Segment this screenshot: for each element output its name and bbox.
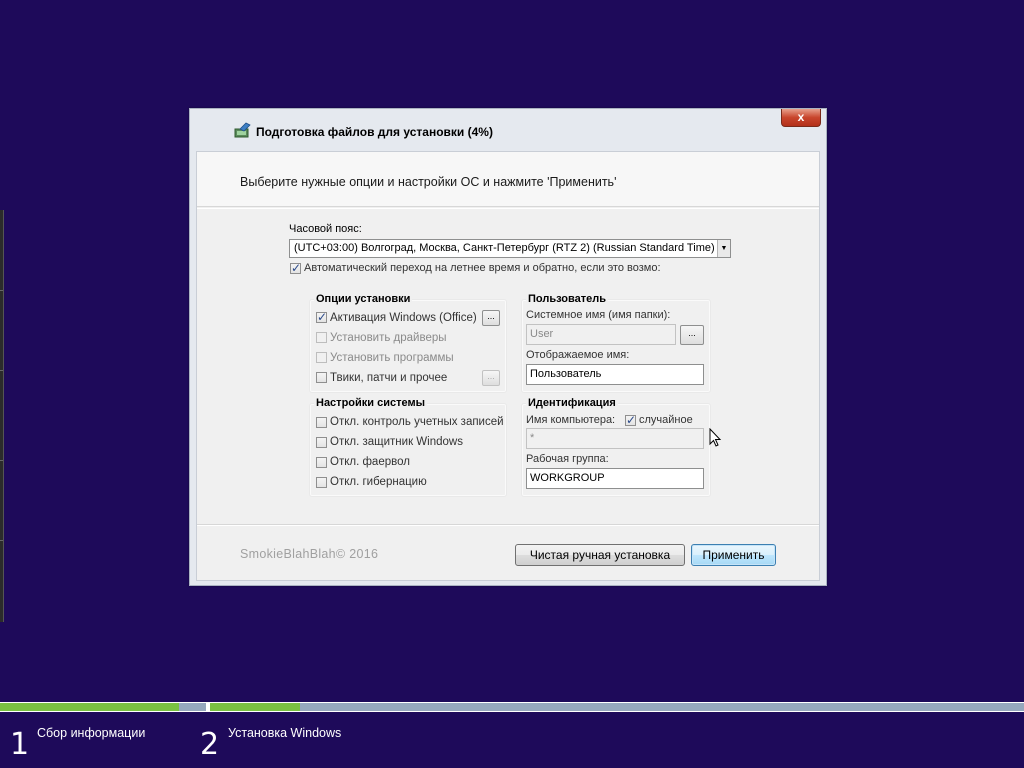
firewall-label: Откл. фаервол <box>330 456 410 468</box>
user-title: Пользователь <box>526 293 609 305</box>
defender-label: Откл. защитник Windows <box>330 436 463 448</box>
setup-icon <box>234 122 251 138</box>
identification-title: Идентификация <box>526 397 618 409</box>
random-name-checkbox[interactable] <box>625 413 636 427</box>
apply-button[interactable]: Применить <box>691 544 776 566</box>
uac-label: Откл. контроль учетных записей <box>330 416 504 428</box>
header-band: Выберите нужные опции и настройки ОС и н… <box>197 152 819 209</box>
computer-name-label: Имя компьютера: <box>526 414 616 426</box>
close-icon: x <box>797 110 805 124</box>
mouse-cursor-icon <box>709 428 722 447</box>
progress-step2-fill <box>210 703 300 711</box>
tweaks-settings-button[interactable]: ... <box>482 370 500 386</box>
timezone-label: Часовой пояс: <box>289 223 362 235</box>
chevron-down-icon[interactable]: ▼ <box>717 240 730 257</box>
dst-label: Автоматический переход на летнее время и… <box>304 262 661 274</box>
defender-checkbox[interactable] <box>316 437 327 448</box>
activation-settings-button[interactable]: ... <box>482 310 500 326</box>
dst-checkbox[interactable] <box>290 261 301 275</box>
step2-label: Установка Windows <box>228 726 342 740</box>
tweaks-checkbox[interactable] <box>316 372 327 383</box>
system-name-label: Системное имя (имя папки): <box>526 309 671 321</box>
setup-options-window: Подготовка файлов для установки (4%) x В… <box>189 108 827 586</box>
display-name-label: Отображаемое имя: <box>526 349 630 361</box>
footer-separator <box>197 524 819 526</box>
timezone-value: (UTC+03:00) Волгоград, Москва, Санкт-Пет… <box>294 242 715 254</box>
clean-install-button[interactable]: Чистая ручная установка <box>515 544 685 566</box>
window-client-area: Выберите нужные опции и настройки ОС и н… <box>196 151 820 581</box>
uac-checkbox[interactable] <box>316 417 327 428</box>
display-name-field[interactable]: Пользователь <box>526 364 704 385</box>
activation-checkbox[interactable] <box>316 310 327 324</box>
instruction-text: Выберите нужные опции и настройки ОС и н… <box>240 175 617 189</box>
activation-label: Активация Windows (Office) <box>330 312 477 324</box>
title-bar[interactable]: Подготовка файлов для установки (4%) x <box>190 109 826 151</box>
drivers-label: Установить драйверы <box>330 332 447 344</box>
background-window-edge <box>0 210 4 622</box>
install-options-title: Опции установки <box>314 293 413 305</box>
computer-name-field[interactable]: * <box>526 428 704 449</box>
close-button[interactable]: x <box>781 109 821 127</box>
system-settings-title: Настройки системы <box>314 397 427 409</box>
progress-step1-fill <box>0 703 180 711</box>
tweaks-label: Твики, патчи и прочее <box>330 372 448 384</box>
system-name-field[interactable]: User <box>526 324 676 345</box>
setup-progress-bar <box>0 702 1024 712</box>
step2-number: 2 <box>200 727 220 762</box>
workgroup-field[interactable]: WORKGROUP <box>526 468 704 489</box>
timezone-select[interactable]: (UTC+03:00) Волгоград, Москва, Санкт-Пет… <box>289 239 731 258</box>
copyright-text: SmokieBlahBlah© 2016 <box>240 547 379 561</box>
random-name-label: случайное <box>639 414 693 426</box>
window-title: Подготовка файлов для установки (4%) <box>256 125 493 139</box>
programs-label: Установить программы <box>330 352 454 364</box>
hibernation-label: Откл. гибернацию <box>330 476 427 488</box>
step1-number: 1 <box>10 727 30 762</box>
progress-step2-track <box>210 703 1024 711</box>
firewall-checkbox[interactable] <box>316 457 327 468</box>
step1-label: Сбор информации <box>37 726 146 740</box>
programs-checkbox[interactable] <box>316 352 327 363</box>
workgroup-label: Рабочая группа: <box>526 453 609 465</box>
hibernation-checkbox[interactable] <box>316 477 327 488</box>
progress-step1-track <box>0 703 206 711</box>
system-name-browse-button[interactable]: ... <box>680 325 704 345</box>
drivers-checkbox[interactable] <box>316 332 327 343</box>
